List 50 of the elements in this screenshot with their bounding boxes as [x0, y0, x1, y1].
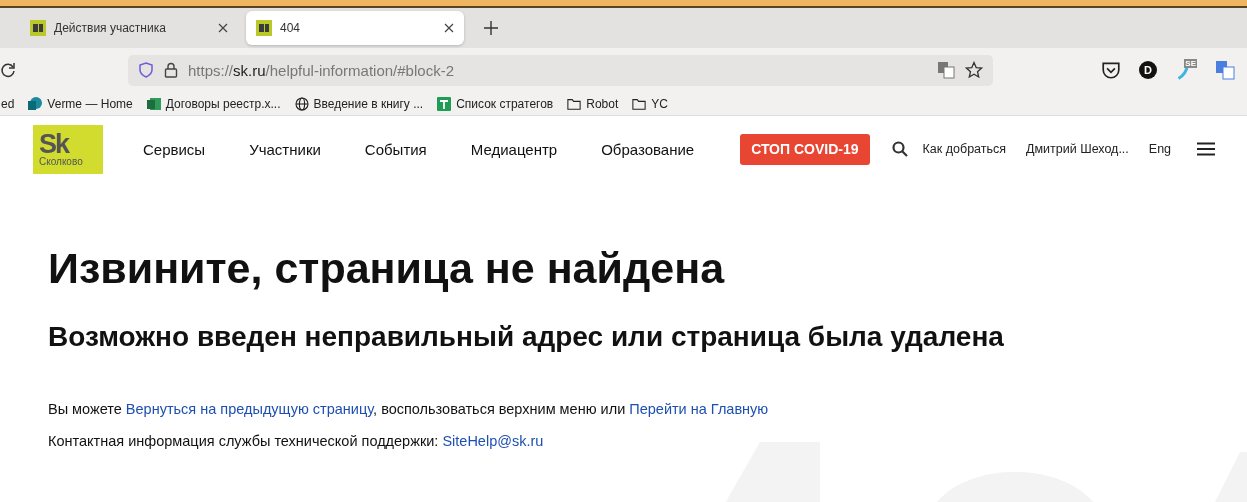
reload-icon[interactable]	[0, 62, 16, 78]
site-logo[interactable]: Sk Сколково	[33, 124, 103, 174]
address-bar[interactable]: https://sk.ru/helpful-information/#block-2	[128, 54, 993, 86]
search-icon[interactable]	[891, 141, 908, 157]
bookmark-link[interactable]: YC	[651, 96, 668, 111]
new-tab-icon[interactable]	[484, 21, 498, 35]
url-field[interactable]: https://sk.ru/helpful-information/#block-2	[188, 61, 927, 79]
bookmark-link[interactable]: Введение в книгу ...	[313, 96, 424, 111]
header-link[interactable]: Как добраться	[922, 142, 1006, 156]
pocket-icon[interactable]	[1101, 60, 1121, 80]
text-link[interactable]: SiteHelp@sk.ru	[442, 433, 544, 449]
tab-title: Действия участника	[54, 21, 167, 35]
bookmark-link[interactable]: Договоры реестр.x...	[165, 96, 281, 111]
nav-link[interactable]: Сервисы	[143, 140, 206, 158]
browser-tab[interactable]: Действия участника	[20, 11, 238, 45]
table-icon[interactable]	[437, 96, 452, 111]
bookmark-link[interactable]: Список стратегов	[456, 96, 554, 111]
header-link[interactable]: Eng	[1148, 142, 1172, 156]
help-text: Вы можете Вернуться на предыдущую страницу, воспользоваться верхним меню или Перейти на Главную	[48, 400, 770, 419]
close-icon[interactable]	[444, 23, 454, 33]
folder-icon[interactable]	[567, 96, 582, 111]
close-icon[interactable]	[218, 23, 228, 33]
star-icon[interactable]	[965, 61, 983, 79]
nav-link[interactable]: События	[364, 140, 427, 158]
extension-button[interactable]: SE	[1175, 59, 1197, 81]
help-text: Контактная информация службы технической поддержки: SiteHelp@sk.ru	[48, 432, 545, 451]
extension-button[interactable]: D	[1139, 61, 1157, 79]
favicon-icon	[256, 20, 272, 36]
menu-icon[interactable]	[1197, 142, 1216, 156]
nav-link[interactable]: Образование	[601, 140, 695, 158]
bookmark-link[interactable]: Robot	[586, 96, 619, 111]
browser-tab[interactable]: 404	[246, 11, 464, 45]
bookmark-link[interactable]: Verme — Home	[47, 96, 133, 111]
nav-link[interactable]: Участники	[249, 140, 321, 158]
shield-icon[interactable]	[138, 62, 154, 78]
covid-button[interactable]: СТОП COVID-19	[740, 133, 870, 165]
nav-link[interactable]: Медиацентр	[470, 140, 558, 158]
lock-icon[interactable]	[164, 62, 178, 78]
tab-title: 404	[280, 21, 302, 35]
header-link[interactable]: Дмитрий Шеход...	[1026, 142, 1129, 156]
page-subheading: Возможно введен неправильный адрес или страница была удалена	[48, 320, 1005, 354]
globe-icon[interactable]	[294, 96, 309, 111]
sharepoint-icon[interactable]	[28, 96, 43, 111]
favicon-icon	[30, 20, 46, 36]
extension-badge: SE	[1184, 59, 1197, 68]
spreadsheet-icon[interactable]	[146, 96, 161, 111]
text-link[interactable]: Перейти на Главную	[629, 401, 769, 417]
folder-icon[interactable]	[632, 96, 647, 111]
bookmark-link[interactable]: ed	[1, 96, 15, 111]
page-heading: Извините, страница не найдена	[48, 243, 726, 294]
